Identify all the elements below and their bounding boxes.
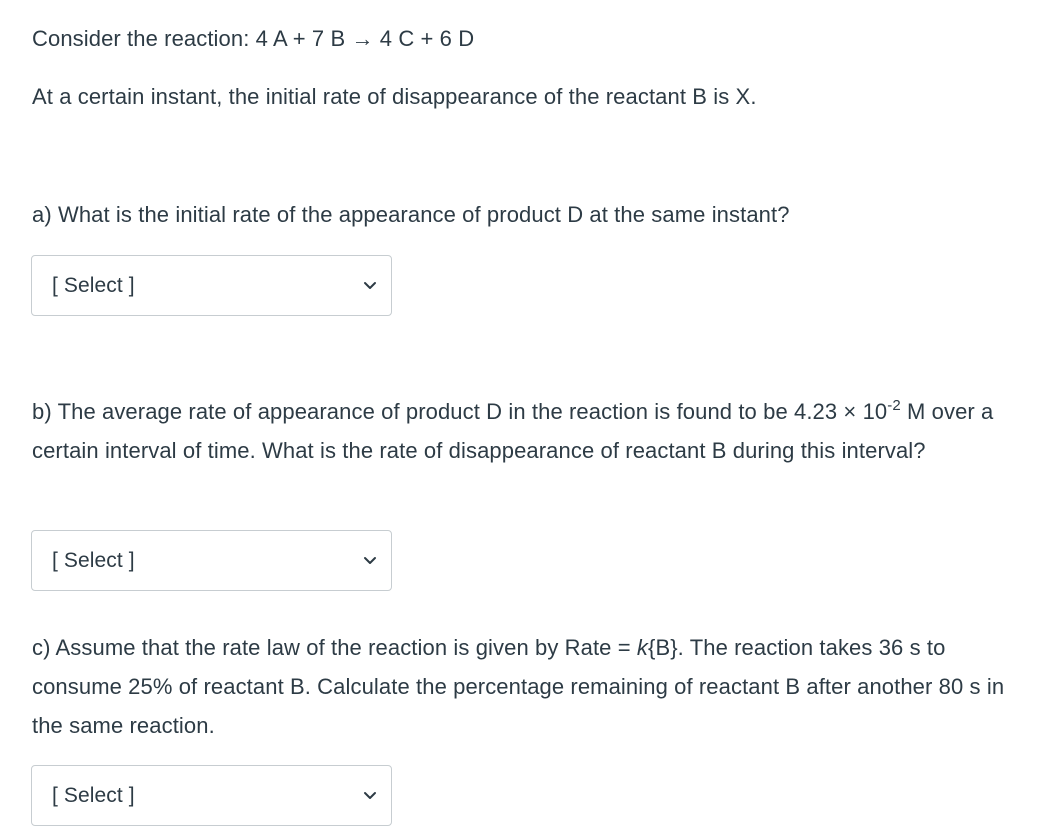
dropdown-selected-value: [ Select ] [52, 548, 135, 572]
question-a-text: a) What is the initial rate of the appea… [32, 202, 790, 227]
reaction-statement: Consider the reaction: 4 A + 7 B → 4 C +… [32, 19, 474, 58]
dropdown-selected-value: [ Select ] [52, 783, 135, 807]
initial-rate-statement: At a certain instant, the initial rate o… [32, 84, 757, 109]
question-a-dropdown[interactable]: [ Select ] [31, 255, 392, 316]
reaction-prefix: Consider the reaction: [32, 26, 256, 51]
rate-constant-k: k [636, 635, 648, 660]
chevron-down-icon [364, 791, 376, 799]
question-b-dropdown[interactable]: [ Select ] [31, 530, 392, 591]
dropdown-selected-value: [ Select ] [52, 273, 135, 297]
reaction-equation: 4 A + 7 B → 4 C + 6 D [255, 26, 475, 51]
chevron-down-icon [364, 556, 376, 564]
question-c-dropdown[interactable]: [ Select ] [31, 765, 392, 826]
question-b-text-part1: b) The average rate of appearance of pro… [32, 399, 888, 424]
chevron-down-icon [364, 281, 376, 289]
exponent: -2 [887, 397, 901, 414]
question-b-text: b) The average rate of appearance of pro… [32, 392, 1032, 470]
question-c-text: c) Assume that the rate law of the react… [32, 628, 1032, 745]
question-c-text-part1: c) Assume that the rate law of the react… [32, 635, 637, 660]
